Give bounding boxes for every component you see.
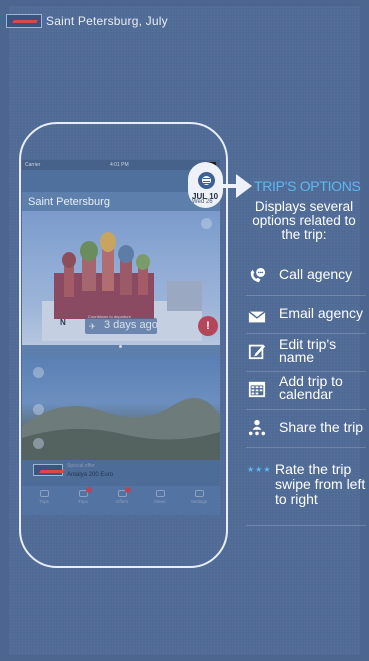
pointer-line [221,184,237,188]
share-icon [248,419,266,436]
tooltip-description: Displays several options related to the … [252,199,356,242]
phone-chat-icon [250,267,266,283]
rating-stars-icon: ★★★ [247,465,272,474]
divider [246,525,366,526]
option-edit-name[interactable]: Edit trip's name [246,334,366,372]
option-email-agency[interactable]: Email agency [246,296,366,334]
trip-weekday: Wed 26 [192,199,213,205]
trip-title[interactable]: Saint Petersburg, July [46,14,168,28]
option-label: Email agency [279,305,364,321]
calendar-icon [248,381,266,398]
option-label: Add trip to calendar [279,373,343,402]
envelope-icon [248,311,266,323]
option-label: Edit trip's name [279,336,337,365]
menu-lines-icon [203,178,210,186]
airline-logo-icon [6,14,42,28]
rate-instruction: Rate the trip swipe from left to right [275,461,366,507]
option-share-trip[interactable]: Share the trip [246,410,366,448]
option-call-agency[interactable]: Call agency [246,258,366,296]
option-label: Call agency [279,266,353,282]
tooltip-heading: TRIP'S OPTIONS [254,178,361,194]
option-add-calendar[interactable]: Add trip to calendar [246,372,366,410]
edit-icon [248,344,266,360]
option-label: Share the trip [279,419,364,435]
pointer-arrow-icon [236,174,252,198]
